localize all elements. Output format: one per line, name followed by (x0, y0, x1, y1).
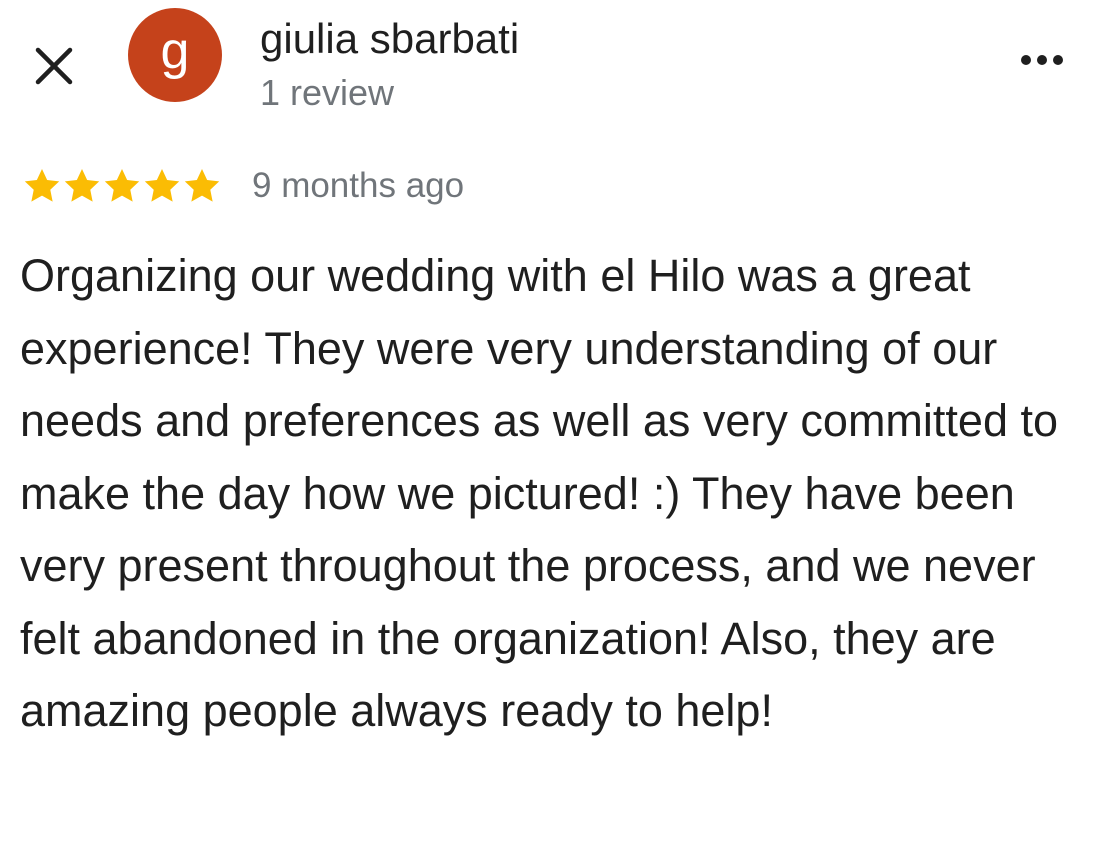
avatar-letter: g (160, 22, 190, 80)
review-meta: 9 months ago (22, 162, 464, 210)
star-icon (24, 169, 60, 202)
star-icon (64, 169, 100, 202)
more-horiz-icon-dot (1037, 55, 1047, 65)
review-count: 1 review (260, 72, 395, 113)
star-rating (22, 166, 222, 206)
reviewer-name[interactable]: giulia sbarbati (260, 14, 519, 64)
star-icon (104, 169, 140, 202)
star-icon (144, 169, 180, 202)
more-horiz-icon-dot (1053, 55, 1063, 65)
close-icon (35, 47, 73, 85)
close-button[interactable] (30, 42, 78, 90)
more-options-button[interactable] (1010, 38, 1074, 82)
review-date: 9 months ago (252, 166, 465, 205)
star-icon (184, 169, 220, 202)
review-text: Organizing our wedding with el Hilo was … (20, 250, 1059, 736)
more-horiz-icon (1021, 55, 1031, 65)
avatar[interactable]: g (128, 8, 222, 102)
